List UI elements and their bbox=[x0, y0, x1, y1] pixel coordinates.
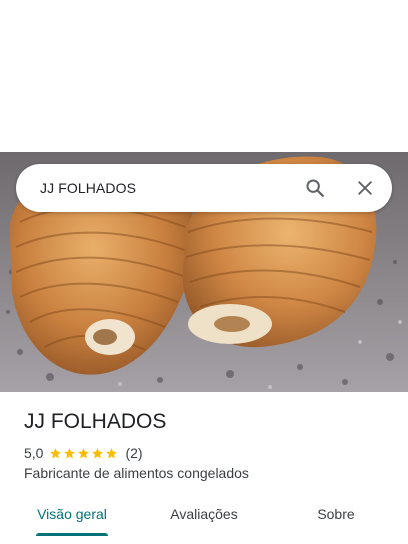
rating-stars bbox=[49, 447, 119, 460]
search-box[interactable]: JJ FOLHADOS bbox=[16, 164, 392, 212]
tab-overview[interactable]: Visão geral bbox=[24, 492, 120, 536]
maps-place-panel: JJ FOLHADOS JJ FOLHADOS 5,0 (2) Fabrican… bbox=[0, 0, 408, 544]
close-icon[interactable] bbox=[353, 176, 377, 200]
star-icon bbox=[106, 447, 118, 458]
active-tab-indicator bbox=[36, 533, 108, 536]
rating-row[interactable]: 5,0 (2) bbox=[24, 444, 143, 462]
star-icon bbox=[92, 447, 104, 458]
review-count[interactable]: (2) bbox=[125, 445, 142, 461]
place-tabs: Visão geral Avaliações Sobre bbox=[0, 492, 408, 536]
search-input[interactable]: JJ FOLHADOS bbox=[40, 164, 136, 212]
rating-value: 5,0 bbox=[24, 445, 44, 461]
star-icon bbox=[50, 447, 62, 458]
star-icon bbox=[64, 447, 76, 458]
place-title: JJ FOLHADOS bbox=[24, 410, 167, 433]
search-icon[interactable] bbox=[303, 176, 327, 200]
tab-reviews[interactable]: Avaliações bbox=[154, 492, 254, 536]
tab-about[interactable]: Sobre bbox=[300, 492, 372, 536]
star-icon bbox=[78, 447, 90, 458]
place-category[interactable]: Fabricante de alimentos congelados bbox=[24, 465, 249, 481]
